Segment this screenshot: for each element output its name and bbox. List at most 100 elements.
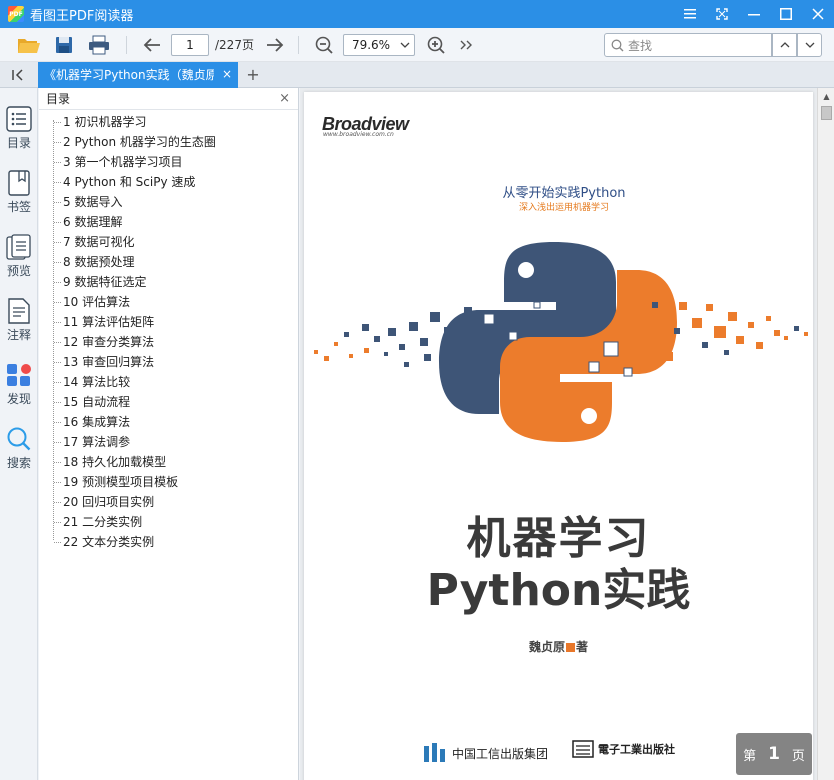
toc-item[interactable]: 12 审查分类算法 bbox=[39, 332, 298, 352]
search-icon bbox=[7, 427, 31, 451]
toc-item[interactable]: 18 持久化加载模型 bbox=[39, 452, 298, 472]
toc-item[interactable]: 22 文本分类实例 bbox=[39, 532, 298, 552]
toc-item[interactable]: 8 数据预处理 bbox=[39, 252, 298, 272]
annotation-icon bbox=[8, 298, 30, 324]
publisher-house-name: 電子工業出版社 bbox=[598, 743, 675, 756]
pixel-square-decoration bbox=[464, 307, 472, 315]
pixel-square-decoration bbox=[388, 328, 396, 336]
zoom-in-icon[interactable] bbox=[423, 32, 449, 58]
search-placeholder: 查找 bbox=[628, 38, 653, 53]
pixel-square-decoration bbox=[508, 331, 518, 341]
toc-item[interactable]: 9 数据特征选定 bbox=[39, 272, 298, 292]
rail-item-bookmark[interactable]: 书签 bbox=[0, 166, 38, 224]
prev-page-icon[interactable] bbox=[139, 32, 165, 58]
author-suffix: 著 bbox=[576, 640, 589, 654]
document-view[interactable]: Broadview www.broadview.com.cn 从零开始实践Pyt… bbox=[300, 88, 817, 780]
pixel-square-decoration bbox=[652, 302, 658, 308]
pixel-square-decoration bbox=[533, 301, 541, 309]
rail-label: 注释 bbox=[6, 328, 31, 342]
toc-item[interactable]: 10 评估算法 bbox=[39, 292, 298, 312]
pixel-square-decoration bbox=[674, 328, 680, 334]
rail-label: 预览 bbox=[6, 264, 31, 278]
close-button[interactable] bbox=[802, 0, 834, 28]
rail-item-search[interactable]: 搜索 bbox=[0, 422, 38, 480]
pixel-square-decoration bbox=[692, 318, 702, 328]
pixel-square-decoration bbox=[724, 350, 729, 355]
fullscreen-icon[interactable] bbox=[706, 0, 738, 28]
pixel-square-decoration bbox=[384, 352, 388, 356]
pixel-square-decoration bbox=[420, 338, 428, 346]
pixel-square-decoration bbox=[804, 332, 808, 336]
toc-icon bbox=[6, 106, 32, 132]
search-prev-button[interactable] bbox=[772, 33, 797, 57]
toc-item[interactable]: 19 预测模型项目模板 bbox=[39, 472, 298, 492]
tab-bar: 《机器学习Python实践（魏贞原 × + bbox=[0, 61, 834, 88]
search-icon bbox=[611, 39, 624, 51]
pixel-square-decoration bbox=[349, 354, 353, 358]
next-page-icon[interactable] bbox=[262, 32, 288, 58]
search-next-button[interactable] bbox=[797, 33, 822, 57]
rail-item-preview[interactable]: 预览 bbox=[0, 230, 38, 288]
rail-item-toc[interactable]: 目录 bbox=[0, 102, 38, 160]
open-folder-icon[interactable] bbox=[16, 32, 42, 58]
pixel-square-decoration bbox=[399, 344, 405, 350]
toc-item[interactable]: 21 二分类实例 bbox=[39, 512, 298, 532]
toc-item[interactable]: 7 数据可视化 bbox=[39, 232, 298, 252]
toc-list: 1 初识机器学习 2 Python 机器学习的生态圈 3 第一个机器学习项目 4 Py… bbox=[39, 110, 298, 552]
toc-item[interactable]: 16 集成算法 bbox=[39, 412, 298, 432]
toc-item[interactable]: 4 Python 和 SciPy 速成 bbox=[39, 172, 298, 192]
toc-item[interactable]: 14 算法比较 bbox=[39, 372, 298, 392]
toc-item[interactable]: 11 算法评估矩阵 bbox=[39, 312, 298, 332]
scroll-up-icon[interactable]: ▲ bbox=[818, 88, 834, 104]
discover-icon bbox=[7, 364, 31, 386]
pixel-square-decoration bbox=[766, 316, 771, 321]
toolbar: 1 /227页 79.6% 查找 bbox=[0, 28, 834, 62]
toc-item[interactable]: 3 第一个机器学习项目 bbox=[39, 152, 298, 172]
chevron-up-icon bbox=[780, 42, 789, 48]
pixel-square-decoration bbox=[424, 354, 431, 361]
publisher-house-logo-icon bbox=[572, 740, 594, 758]
toc-item[interactable]: 2 Python 机器学习的生态圈 bbox=[39, 132, 298, 152]
pixel-square-decoration bbox=[344, 332, 349, 337]
zoom-select[interactable]: 79.6% bbox=[342, 33, 415, 56]
chevron-down-icon bbox=[805, 42, 814, 48]
menu-icon[interactable] bbox=[674, 0, 706, 28]
collapse-left-icon bbox=[12, 68, 23, 81]
pixel-square-decoration bbox=[364, 348, 369, 353]
more-tools-icon[interactable] bbox=[453, 32, 479, 58]
toc-item[interactable]: 13 审查回归算法 bbox=[39, 352, 298, 372]
page-number-input[interactable]: 1 bbox=[171, 33, 209, 56]
zoom-out-icon[interactable] bbox=[311, 32, 337, 58]
pixel-square-decoration bbox=[324, 356, 329, 361]
toc-panel: 目录 × 1 初识机器学习 2 Python 机器学习的生态圈 3 第一个机器学习项… bbox=[39, 88, 299, 780]
tab-label: 《机器学习Python实践（魏贞原 bbox=[44, 68, 214, 82]
toc-item[interactable]: 6 数据理解 bbox=[39, 212, 298, 232]
toc-item[interactable]: 1 初识机器学习 bbox=[39, 112, 298, 132]
toc-item[interactable]: 20 回归项目实例 bbox=[39, 492, 298, 512]
toc-item[interactable]: 5 数据导入 bbox=[39, 192, 298, 212]
collapse-sidebar-button[interactable] bbox=[0, 62, 38, 88]
publisher-house: 電子工業出版社 bbox=[572, 740, 675, 758]
new-tab-button[interactable]: + bbox=[240, 62, 266, 88]
tab-close-icon[interactable]: × bbox=[222, 67, 232, 81]
rail-item-annotation[interactable]: 注释 bbox=[0, 294, 38, 352]
left-rail: 目录 书签 预览 注释 发现 搜索 bbox=[0, 88, 38, 780]
save-icon[interactable] bbox=[51, 32, 77, 58]
pixel-square-decoration bbox=[756, 342, 763, 349]
vertical-scrollbar[interactable]: ▲ bbox=[817, 88, 834, 780]
search-input[interactable]: 查找 bbox=[604, 33, 772, 57]
minimize-button[interactable] bbox=[738, 0, 770, 28]
maximize-button[interactable] bbox=[770, 0, 802, 28]
rail-label: 发现 bbox=[6, 392, 31, 406]
rail-item-discover[interactable]: 发现 bbox=[0, 358, 38, 416]
toc-item[interactable]: 15 自动流程 bbox=[39, 392, 298, 412]
toc-item[interactable]: 17 算法调参 bbox=[39, 432, 298, 452]
page-indicator-suffix: 页 bbox=[791, 748, 805, 764]
scroll-thumb[interactable] bbox=[821, 106, 832, 120]
print-icon[interactable] bbox=[86, 32, 112, 58]
pixel-square-decoration bbox=[483, 313, 495, 325]
page-indicator-number: 1 bbox=[768, 744, 780, 764]
tab-document[interactable]: 《机器学习Python实践（魏贞原 × bbox=[38, 61, 238, 88]
toc-title: 目录 bbox=[46, 92, 71, 106]
toc-close-icon[interactable]: × bbox=[279, 91, 290, 106]
